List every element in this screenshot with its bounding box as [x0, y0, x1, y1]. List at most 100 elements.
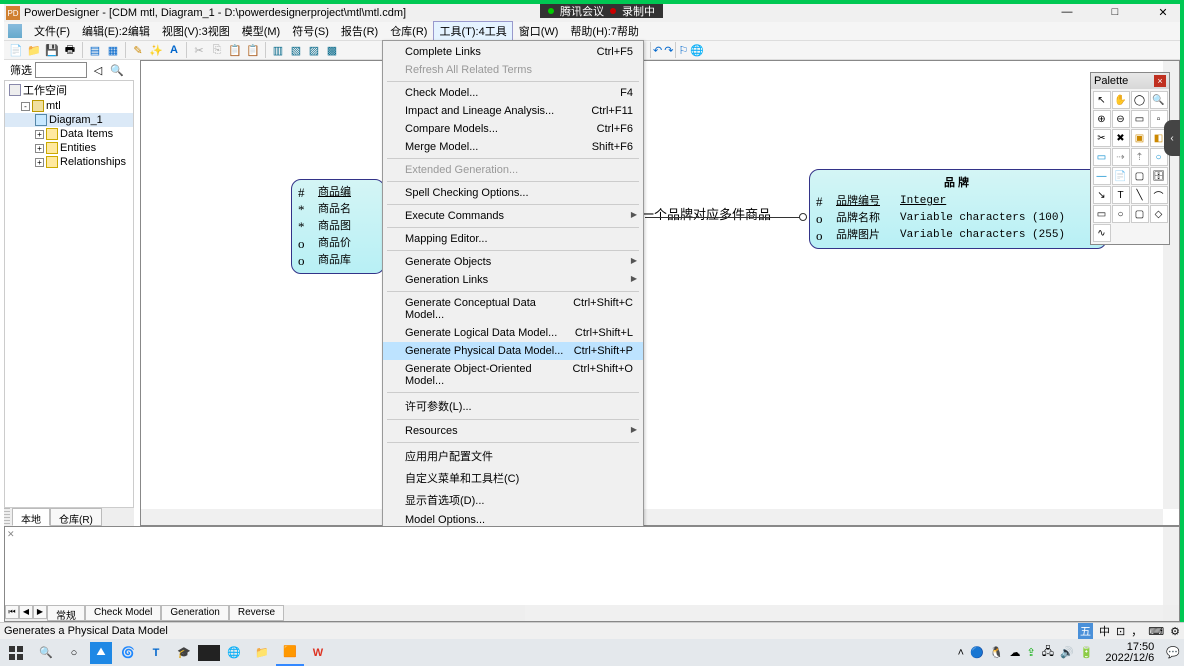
tb-g1-icon[interactable]: ▥ — [270, 42, 286, 58]
tree-entities[interactable]: +Entities — [5, 141, 133, 155]
palette-box-icon[interactable]: ▢ — [1131, 167, 1149, 185]
tray-app2-icon[interactable]: 🐧 — [990, 646, 1004, 659]
maximize-button[interactable]: □ — [1100, 4, 1130, 20]
task-powerdesigner-icon[interactable]: 🟧 — [276, 639, 304, 666]
mi-execcmd[interactable]: Execute Commands▶ — [383, 207, 643, 225]
tb-print-icon[interactable]: 🖶 — [62, 42, 78, 58]
expand-icon[interactable]: + — [35, 130, 44, 139]
tb-g3-icon[interactable]: ▨ — [306, 42, 322, 58]
palette-db-icon[interactable]: 🗄 — [1150, 167, 1168, 185]
palette-hand-icon[interactable]: ✋ — [1112, 91, 1130, 109]
tb-copy-icon[interactable]: ⎘ — [209, 42, 225, 58]
task-app1-icon[interactable]: ⛰ — [90, 642, 112, 664]
mi-genldm[interactable]: Generate Logical Data Model...Ctrl+Shift… — [383, 324, 643, 342]
tray-usb-icon[interactable]: ⇪ — [1026, 646, 1035, 659]
palette-panel[interactable]: Palette × ↖ ✋ ◯ 🔍 ⊕ ⊖ ▭ ▫ ✂ ✖ ▣ ◧ ▭ ⇢ ⇡ … — [1090, 72, 1170, 245]
palette-inherit-icon[interactable]: ⇡ — [1131, 148, 1149, 166]
tree-dataitems[interactable]: +Data Items — [5, 127, 133, 141]
mi-resources[interactable]: Resources▶ — [383, 422, 643, 440]
menu-symbol[interactable]: 符号(S) — [286, 21, 335, 41]
expand-icon[interactable]: + — [35, 158, 44, 167]
tab-repo[interactable]: 仓库(R) — [50, 508, 102, 526]
menu-edit[interactable]: 编辑(E):2编辑 — [76, 21, 156, 41]
filter-search-icon[interactable]: 🔍 — [109, 62, 125, 78]
tb-paste-icon[interactable]: 📋 — [227, 42, 243, 58]
output-nav-prev[interactable]: ◀ — [19, 605, 33, 619]
mi-gencdm[interactable]: Generate Conceptual Data Model...Ctrl+Sh… — [383, 294, 643, 324]
task-chrome-icon[interactable]: 🌐 — [220, 639, 248, 666]
menu-view[interactable]: 视图(V):3视图 — [156, 21, 236, 41]
palette-zoom-icon[interactable]: 🔍 — [1150, 91, 1168, 109]
output-nav-first[interactable]: ⏮ — [5, 605, 19, 619]
tb-edit-icon[interactable]: ✎ — [130, 42, 146, 58]
tab-reverse[interactable]: Reverse — [229, 605, 284, 621]
mi-dispopt[interactable]: 显示首选项(D)... — [383, 489, 643, 511]
mi-merge[interactable]: Merge Model...Shift+F6 — [383, 138, 643, 156]
taskbar-clock[interactable]: 17:50 2022/12/6 — [1099, 642, 1160, 664]
mi-license[interactable]: 许可参数(L)... — [383, 395, 643, 417]
tree-diagram[interactable]: Diagram_1 — [5, 113, 133, 127]
palette-file-icon[interactable]: 📄 — [1112, 167, 1130, 185]
task-app4-icon[interactable]: 🎓 — [170, 639, 198, 666]
lang-indicator[interactable]: 中 — [1099, 623, 1110, 639]
palette-lasso-icon[interactable]: ◯ — [1131, 91, 1149, 109]
palette-note-icon[interactable]: ↘ — [1093, 186, 1111, 204]
task-wps-icon[interactable]: W — [304, 639, 332, 666]
mi-check-model[interactable]: Check Model...F4 — [383, 84, 643, 102]
palette-arc-icon[interactable]: ⌒ — [1150, 186, 1168, 204]
mi-genlinks[interactable]: Generation Links▶ — [383, 271, 643, 289]
tab-general[interactable]: 常规 — [47, 605, 85, 621]
collapse-icon[interactable]: - — [21, 102, 30, 111]
tray-battery-icon[interactable]: 🔋 — [1080, 646, 1094, 659]
diagram-canvas[interactable]: #商品编 *商品名 *商品图 o商品价 o商品库 一个品牌对应多件商品 品牌 #… — [140, 60, 1180, 526]
mi-mapping[interactable]: Mapping Editor... — [383, 230, 643, 248]
entity-left[interactable]: #商品编 *商品名 *商品图 o商品价 o商品库 — [291, 179, 385, 274]
tb-g4-icon[interactable]: ▩ — [324, 42, 340, 58]
expand-icon[interactable]: + — [35, 144, 44, 153]
palette-link-icon[interactable]: — — [1093, 167, 1111, 185]
palette-zoomout-icon[interactable]: ⊖ — [1112, 110, 1130, 128]
menu-tools[interactable]: 工具(T):4工具 — [433, 21, 512, 41]
menu-model[interactable]: 模型(M) — [236, 21, 287, 41]
tray-net-icon[interactable]: 🖧 — [1042, 643, 1054, 662]
palette-close-icon[interactable]: × — [1154, 75, 1166, 87]
relation-line[interactable] — [645, 217, 807, 218]
task-app2-icon[interactable]: 🌀 — [114, 639, 142, 666]
close-button[interactable]: ✕ — [1148, 4, 1178, 20]
palette-zoomin-icon[interactable]: ⊕ — [1093, 110, 1111, 128]
menu-window[interactable]: 窗口(W) — [513, 21, 565, 41]
palette-cut-icon[interactable]: ✂ — [1093, 129, 1111, 147]
ime-punct-icon[interactable]: ， — [1131, 623, 1142, 639]
ime-kbd-icon[interactable]: ⌨ — [1148, 625, 1164, 638]
tb-save-icon[interactable]: 💾 — [44, 42, 60, 58]
mi-custmenu[interactable]: 自定义菜单和工具栏(C) — [383, 467, 643, 489]
mi-genoom[interactable]: Generate Object-Oriented Model...Ctrl+Sh… — [383, 360, 643, 390]
palette-titlebar[interactable]: Palette × — [1091, 73, 1169, 89]
tray-notification-icon[interactable]: 💬 — [1166, 646, 1180, 659]
tb-flag-icon[interactable]: ⚐ — [678, 44, 688, 57]
menu-file[interactable]: 文件(F) — [28, 21, 76, 41]
tb-paste2-icon[interactable]: 📋 — [245, 42, 261, 58]
palette-package-icon[interactable]: ▣ — [1131, 129, 1149, 147]
ime-gear-icon[interactable]: ⚙ — [1170, 625, 1180, 638]
start-button[interactable] — [0, 639, 32, 666]
tray-cloud-icon[interactable]: ☁ — [1009, 646, 1020, 659]
palette-entity-icon[interactable]: ▭ — [1093, 148, 1111, 166]
tree-relationships[interactable]: +Relationships — [5, 155, 133, 169]
palette-text-icon[interactable]: T — [1112, 186, 1130, 204]
tb-new-icon[interactable]: 📄 — [8, 42, 24, 58]
tree-package[interactable]: -mtl — [5, 99, 133, 113]
output-hscroll[interactable] — [525, 605, 1163, 621]
ime-mode-icon[interactable]: ⊡ — [1116, 625, 1125, 638]
tb-prop-icon[interactable]: ▤ — [87, 42, 103, 58]
palette-rect-icon[interactable]: ▭ — [1093, 205, 1111, 223]
tb-text-icon[interactable]: A — [166, 42, 182, 58]
canvas-hscroll[interactable] — [141, 509, 1163, 525]
tree-workspace[interactable]: 工作空间 — [5, 81, 133, 99]
palette-relation-icon[interactable]: ⇢ — [1112, 148, 1130, 166]
mi-genobj[interactable]: Generate Objects▶ — [383, 253, 643, 271]
mi-userprof[interactable]: 应用用户配置文件 — [383, 445, 643, 467]
palette-fit-icon[interactable]: ▭ — [1131, 110, 1149, 128]
side-tab-handle[interactable]: ‹ — [1164, 120, 1180, 156]
filter-prev-icon[interactable]: ◁ — [90, 62, 106, 78]
